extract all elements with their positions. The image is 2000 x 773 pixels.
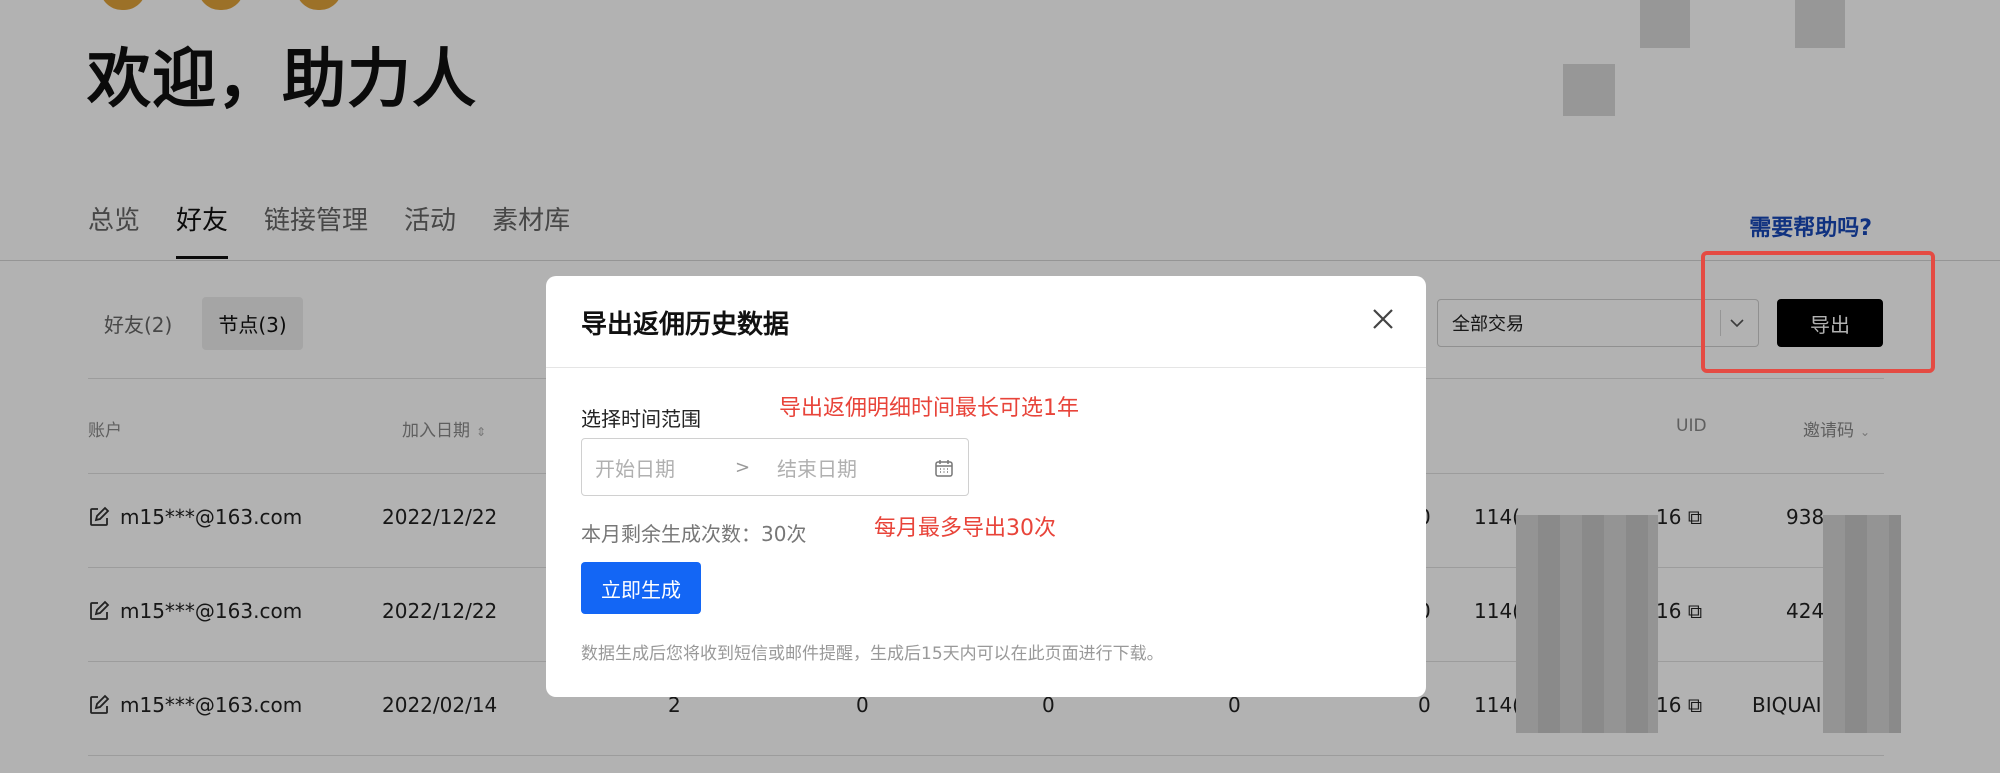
remaining-count: 本月剩余生成次数：30次 (581, 522, 807, 546)
limit-hint-annotation: 每月最多导出30次 (874, 516, 1056, 541)
start-date-input[interactable]: 开始日期 (595, 453, 735, 482)
range-separator: > (735, 456, 751, 478)
range-hint-annotation: 导出返佣明细时间最长可选1年 (779, 396, 1079, 421)
export-rebate-dialog: 导出返佣历史数据 选择时间范围 导出返佣明细时间最长可选1年 开始日期 > 结束… (546, 276, 1426, 697)
download-note: 数据生成后您将收到短信或邮件提醒，生成后15天内可以在此页面进行下载。 (581, 644, 1164, 664)
date-range-picker[interactable]: 开始日期 > 结束日期 (581, 438, 969, 496)
end-date-input[interactable]: 结束日期 (777, 453, 927, 482)
time-range-label: 选择时间范围 (581, 407, 701, 431)
close-icon[interactable] (1368, 304, 1398, 334)
generate-now-button[interactable]: 立即生成 (581, 562, 701, 614)
calendar-icon[interactable] (934, 458, 954, 478)
dialog-title: 导出返佣历史数据 (581, 310, 790, 340)
dialog-divider (546, 367, 1426, 368)
